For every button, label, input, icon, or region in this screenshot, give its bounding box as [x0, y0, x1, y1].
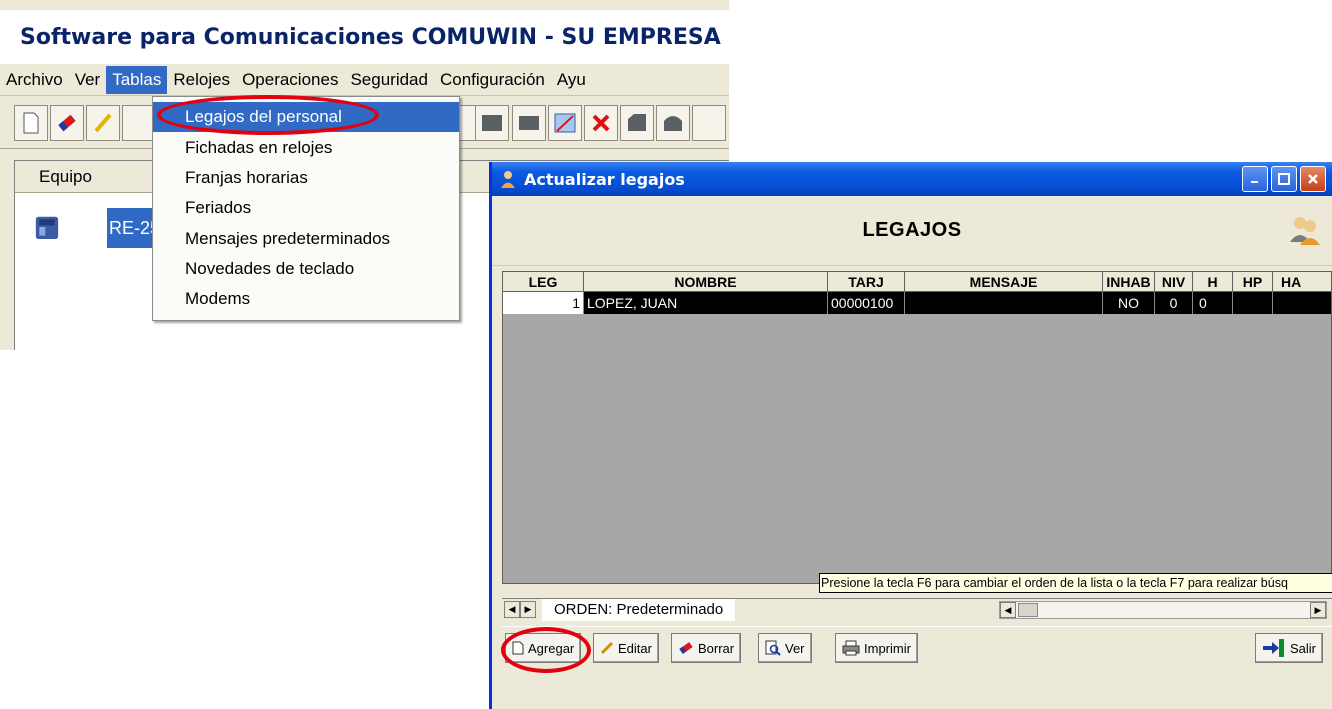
users-icon[interactable] — [475, 105, 509, 141]
delete-button[interactable]: Borrar — [671, 633, 742, 663]
menu-ver[interactable]: Ver — [69, 66, 107, 94]
view-button[interactable]: Ver — [758, 633, 812, 663]
col-h[interactable]: H — [1193, 272, 1233, 292]
col-mensaje[interactable]: MENSAJE — [905, 272, 1103, 292]
menu-item-novedades[interactable]: Novedades de teclado — [153, 254, 459, 284]
cell-tarj[interactable]: 00000100 — [828, 292, 905, 314]
exit-button[interactable]: Salir — [1255, 633, 1324, 663]
col-nombre[interactable]: NOMBRE — [584, 272, 828, 292]
add-button-label: Agregar — [528, 640, 575, 656]
exit-door-icon — [1263, 639, 1284, 657]
add-button[interactable]: Agregar — [505, 633, 582, 663]
main-title-bar: Software para Comunicaciones COMUWIN - S… — [0, 10, 729, 64]
edit-button[interactable]: Editar — [593, 633, 659, 663]
eraser-icon[interactable] — [50, 105, 84, 141]
cell-mensaje[interactable] — [905, 292, 1103, 314]
menu-relojes[interactable]: Relojes — [167, 66, 236, 94]
tab-scroll-right-icon[interactable]: ▶ — [520, 601, 536, 618]
menu-seguridad[interactable]: Seguridad — [344, 66, 434, 94]
hint-tooltip: Presione la tecla F6 para cambiar el ord… — [819, 573, 1332, 593]
edit-button-label: Editar — [618, 640, 652, 656]
gray-block-icon[interactable] — [512, 105, 546, 141]
menu-ayuda[interactable]: Ayu — [551, 66, 592, 94]
toolbar-button-partial-3[interactable] — [692, 105, 726, 141]
menu-item-legajos[interactable]: Legajos del personal — [153, 102, 459, 132]
magnifier-icon — [765, 640, 781, 656]
menu-tablas[interactable]: Tablas — [106, 65, 168, 94]
toolbar-button-partial[interactable] — [122, 105, 156, 141]
legajos-grid: LEG NOMBRE TARJ MENSAJE INHAB NIV H HP H… — [502, 271, 1332, 584]
grid-header-row: LEG NOMBRE TARJ MENSAJE INHAB NIV H HP H… — [503, 272, 1331, 292]
menu-item-fichadas[interactable]: Fichadas en relojes — [153, 133, 459, 163]
menu-item-feriados[interactable]: Feriados — [153, 193, 459, 223]
person-icon — [501, 171, 515, 188]
pencil-icon — [600, 641, 614, 655]
print-button-label: Imprimir — [864, 640, 911, 656]
tab-scroll-left-icon[interactable]: ◀ — [504, 601, 520, 618]
tablas-dropdown-menu: Legajos del personal Fichadas en relojes… — [152, 96, 460, 321]
menu-item-mensajes[interactable]: Mensajes predeterminados — [153, 224, 459, 254]
cell-leg[interactable]: 1 — [503, 292, 584, 314]
tab-orden[interactable]: ORDEN: Predeterminado — [542, 599, 736, 621]
col-ha[interactable]: HA — [1273, 272, 1331, 292]
menu-operaciones[interactable]: Operaciones — [236, 66, 344, 94]
exit-button-label: Salir — [1290, 640, 1317, 656]
clock-device-icon — [35, 216, 59, 239]
close-button[interactable] — [1300, 166, 1326, 192]
menu-configuracion[interactable]: Configuración — [434, 66, 551, 94]
child-window-title: Actualizar legajos — [524, 169, 685, 189]
minimize-button[interactable] — [1242, 166, 1268, 192]
printer-icon — [842, 640, 860, 656]
delete-x-icon[interactable] — [584, 105, 618, 141]
view-button-label: Ver — [785, 640, 805, 656]
print-button[interactable]: Imprimir — [835, 633, 918, 663]
order-tabs-bar: ◀ ▶ ORDEN: Predeterminado ◀ ▶ — [502, 598, 1332, 621]
menu-bar: Archivo Ver Tablas Relojes Operaciones S… — [0, 64, 729, 96]
actualizar-legajos-window: Actualizar legajos LEGAJOS LEG NOMBRE TA… — [489, 162, 1332, 709]
users-icon — [1290, 217, 1320, 245]
child-title-bar: Actualizar legajos — [492, 162, 1332, 196]
eraser-icon — [679, 642, 693, 654]
cell-inhab[interactable]: NO — [1103, 292, 1155, 314]
scroll-thumb[interactable] — [1018, 603, 1038, 617]
cell-h[interactable]: 0 — [1193, 292, 1233, 314]
cell-ha[interactable] — [1273, 292, 1331, 314]
horizontal-scrollbar[interactable]: ◀ ▶ — [999, 601, 1327, 619]
col-inhab[interactable]: INHAB — [1103, 272, 1155, 292]
legajos-heading: LEGAJOS — [862, 219, 962, 241]
phone-icon[interactable] — [656, 105, 690, 141]
pencil-icon[interactable] — [86, 105, 120, 141]
new-document-icon[interactable] — [14, 105, 48, 141]
delete-button-label: Borrar — [698, 640, 735, 656]
scroll-left-icon[interactable]: ◀ — [1000, 602, 1016, 618]
menu-item-modems[interactable]: Modems — [153, 284, 459, 314]
col-niv[interactable]: NIV — [1155, 272, 1193, 292]
cell-nombre[interactable]: LOPEZ, JUAN — [584, 292, 828, 314]
cell-hp[interactable] — [1233, 292, 1273, 314]
maximize-button[interactable] — [1271, 166, 1297, 192]
legajos-header: LEGAJOS — [492, 196, 1332, 266]
menu-item-franjas[interactable]: Franjas horarias — [153, 163, 459, 193]
col-leg[interactable]: LEG — [503, 272, 584, 292]
col-tarj[interactable]: TARJ — [828, 272, 905, 292]
new-document-icon — [512, 641, 524, 655]
scroll-right-icon[interactable]: ▶ — [1310, 602, 1326, 618]
menu-archivo[interactable]: Archivo — [0, 66, 69, 94]
main-window-title: Software para Comunicaciones COMUWIN - S… — [20, 24, 729, 50]
col-hp[interactable]: HP — [1233, 272, 1273, 292]
column-equipo[interactable]: Equipo — [15, 167, 92, 187]
device-icon[interactable] — [620, 105, 654, 141]
table-row[interactable]: 1 LOPEZ, JUAN 00000100 NO 0 0 — [503, 292, 1331, 314]
image-edit-icon[interactable] — [548, 105, 582, 141]
cell-niv[interactable]: 0 — [1155, 292, 1193, 314]
action-button-bar: Agregar Editar Borrar Ver Imprimir Salir — [502, 626, 1332, 668]
